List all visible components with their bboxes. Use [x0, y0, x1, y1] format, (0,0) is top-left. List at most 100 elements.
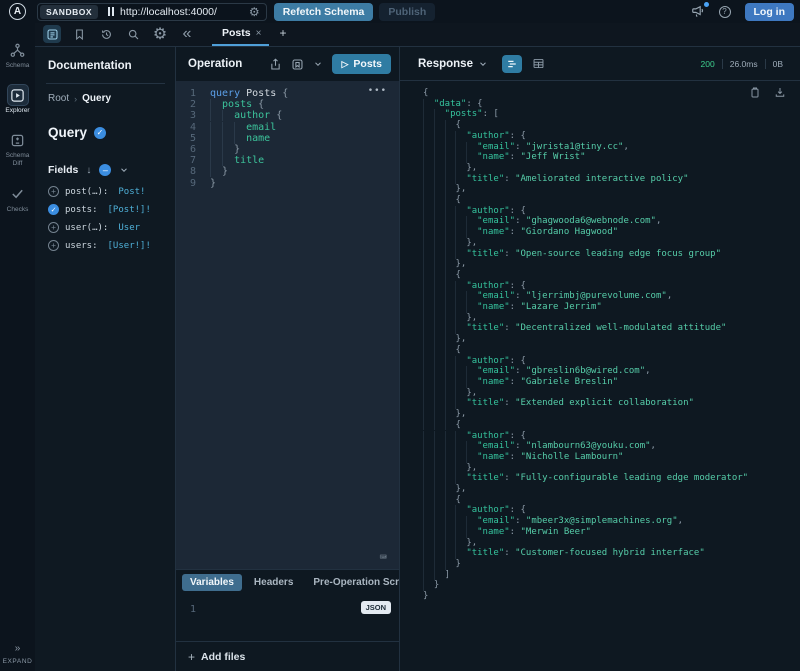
code-line: "name": "Nicholle Lambourn" [423, 452, 800, 463]
operation-tab-posts[interactable]: Posts × [212, 27, 269, 46]
code-line: email [210, 122, 288, 133]
editor-line-numbers: 123456789 [176, 88, 196, 189]
save-chevron-down-icon[interactable] [313, 59, 323, 69]
notification-dot [704, 2, 709, 7]
search-icon[interactable] [124, 25, 142, 43]
field-circle-plus-icon [48, 222, 59, 233]
copy-response-icon[interactable] [749, 86, 761, 99]
tab-variables[interactable]: Variables [182, 574, 242, 591]
checks-checkmark-icon [8, 184, 28, 204]
new-tab-button[interactable]: + [269, 26, 296, 46]
code-line: "email": "jwrista1@tiny.cc", [423, 142, 800, 153]
code-line: "author": { [423, 431, 800, 442]
code-line: "title": "Open-source leading edge focus… [423, 249, 800, 260]
code-line: posts { [210, 99, 288, 110]
breadcrumb-root[interactable]: Root [48, 93, 69, 104]
run-operation-button[interactable]: ▷ Posts [332, 54, 391, 74]
rail-item-checks[interactable]: Checks [7, 184, 29, 214]
response-title-dropdown[interactable]: Response [418, 58, 488, 70]
json-mode-badge: JSON [361, 601, 391, 614]
code-line: "author": { [423, 206, 800, 217]
rail-item-explorer[interactable]: Explorer [5, 85, 29, 115]
endpoint-bar[interactable]: SANDBOX http://localhost:4000/ ⚙ [37, 3, 267, 21]
run-triangle-icon: ▷ [341, 59, 348, 70]
field-circle-plus-icon [48, 240, 59, 251]
code-line: "title": "Extended explicit collaboratio… [423, 398, 800, 409]
share-icon[interactable] [269, 58, 282, 71]
apollo-sandbox-app: A SANDBOX http://localhost:4000/ ⚙ Refet… [0, 0, 800, 671]
expand-chevrons-icon: » [15, 643, 21, 654]
fields-chevron-down-icon[interactable] [119, 165, 129, 175]
code-line: name [210, 133, 288, 144]
field-item[interactable]: post(…):Post! [48, 186, 165, 197]
code-line: "name": "Merwin Beer" [423, 527, 800, 538]
rail-item-schema[interactable]: Schema [6, 40, 30, 70]
code-line: }, [423, 238, 800, 249]
table-view-icon[interactable] [529, 55, 549, 73]
endpoint-url[interactable]: http://localhost:4000/ [120, 6, 243, 18]
code-line: } [423, 580, 800, 591]
download-response-icon[interactable] [774, 86, 786, 99]
code-line: }, [423, 463, 800, 474]
code-line: ] [423, 570, 800, 581]
code-line: }, [423, 484, 800, 495]
operation-editor-icon[interactable] [43, 25, 61, 43]
refetch-schema-button[interactable]: Refetch Schema [274, 3, 374, 21]
field-item[interactable]: ✓posts:[Post!]! [48, 204, 165, 215]
apollo-logo[interactable]: A [0, 3, 35, 20]
field-item[interactable]: users:[User!]! [48, 240, 165, 251]
type-title: Query [48, 125, 87, 140]
publish-button[interactable]: Publish [379, 3, 435, 21]
close-tab-icon[interactable]: × [256, 28, 262, 39]
left-rail: Schema Explorer Schema D [0, 23, 35, 671]
help-icon[interactable]: ? [719, 6, 731, 18]
code-line: { [423, 120, 800, 131]
tab-headers[interactable]: Headers [246, 574, 301, 591]
tab-pre-operation-script[interactable]: Pre-Operation Script [305, 574, 399, 591]
operation-header: Operation [176, 47, 399, 81]
save-to-collection-icon[interactable] [291, 58, 304, 71]
code-line: "email": "ljerrimbj@purevolume.com", [423, 291, 800, 302]
code-line: { [423, 88, 800, 99]
code-line: "posts": [ [423, 109, 800, 120]
code-line: "data": { [423, 99, 800, 110]
type-check-icon: ✓ [94, 127, 106, 139]
operation-title: Operation [188, 58, 242, 70]
query-editor[interactable]: 123456789 query Posts {posts {author {em… [176, 81, 399, 569]
pause-icon[interactable] [108, 7, 114, 16]
filter-minus-icon[interactable]: – [99, 164, 111, 176]
sort-arrow-down-icon[interactable]: ↓ [86, 165, 91, 176]
field-item[interactable]: user(…):User [48, 222, 165, 233]
add-plus-icon: + [188, 650, 195, 664]
explorer-toolbar: ⚙ « Posts × + [35, 23, 800, 47]
add-files-button[interactable]: + Add files [176, 641, 399, 671]
editor-menu-dots-icon[interactable]: ••• [368, 86, 387, 97]
code-line: } [423, 559, 800, 570]
endpoint-settings-gear-icon[interactable]: ⚙ [249, 6, 260, 18]
field-check-icon: ✓ [48, 204, 59, 215]
response-json-view[interactable]: {"data": {"posts": [{"author": {"email":… [400, 81, 800, 671]
variables-editor[interactable]: 1 JSON [176, 595, 399, 641]
code-line: { [423, 270, 800, 281]
code-line: { [423, 195, 800, 206]
code-line: author { [210, 110, 288, 121]
expand-rail-button[interactable]: » EXPAND [3, 643, 33, 671]
code-line: "email": "ghagwooda6@webnode.com", [423, 216, 800, 227]
login-button[interactable]: Log in [745, 3, 795, 21]
code-line: { [423, 420, 800, 431]
settings-gear-icon[interactable]: ⚙ [151, 25, 169, 43]
keyboard-shortcuts-icon[interactable]: ⌨ [380, 552, 387, 563]
code-line: "title": "Decentralized well-modulated a… [423, 323, 800, 334]
pretty-view-icon[interactable] [502, 55, 522, 73]
history-icon[interactable] [97, 25, 115, 43]
saved-operations-bookmark-icon[interactable] [70, 25, 88, 43]
code-line: query Posts { [210, 88, 288, 99]
rail-item-schema-diff[interactable]: Schema Diff [0, 130, 35, 168]
response-header: Response [400, 47, 800, 81]
announcements-megaphone-icon[interactable] [691, 5, 705, 18]
code-line: "author": { [423, 131, 800, 142]
code-line: }, [423, 184, 800, 195]
response-panel: Response [400, 47, 800, 671]
collapse-panel-icon[interactable]: « [178, 25, 196, 43]
schema-graph-icon [7, 40, 27, 60]
